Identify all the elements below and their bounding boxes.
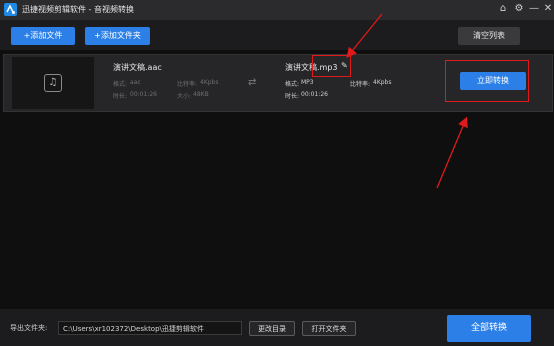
export-path-input[interactable]: C:\Users\xr102372\Desktop\迅捷剪辑软件 xyxy=(58,321,242,335)
export-folder-label: 导出文件夹: xyxy=(10,324,48,332)
footer-bar: 导出文件夹: C:\Users\xr102372\Desktop\迅捷剪辑软件 … xyxy=(0,309,554,346)
open-folder-button[interactable]: 打开文件夹 xyxy=(302,321,356,336)
arrow-to-convert xyxy=(436,116,468,189)
arrow-to-filename xyxy=(346,13,383,59)
convert-all-button[interactable]: 全部转换 xyxy=(447,315,531,342)
annotation-arrows xyxy=(346,13,468,189)
change-directory-button[interactable]: 更改目录 xyxy=(249,321,295,336)
